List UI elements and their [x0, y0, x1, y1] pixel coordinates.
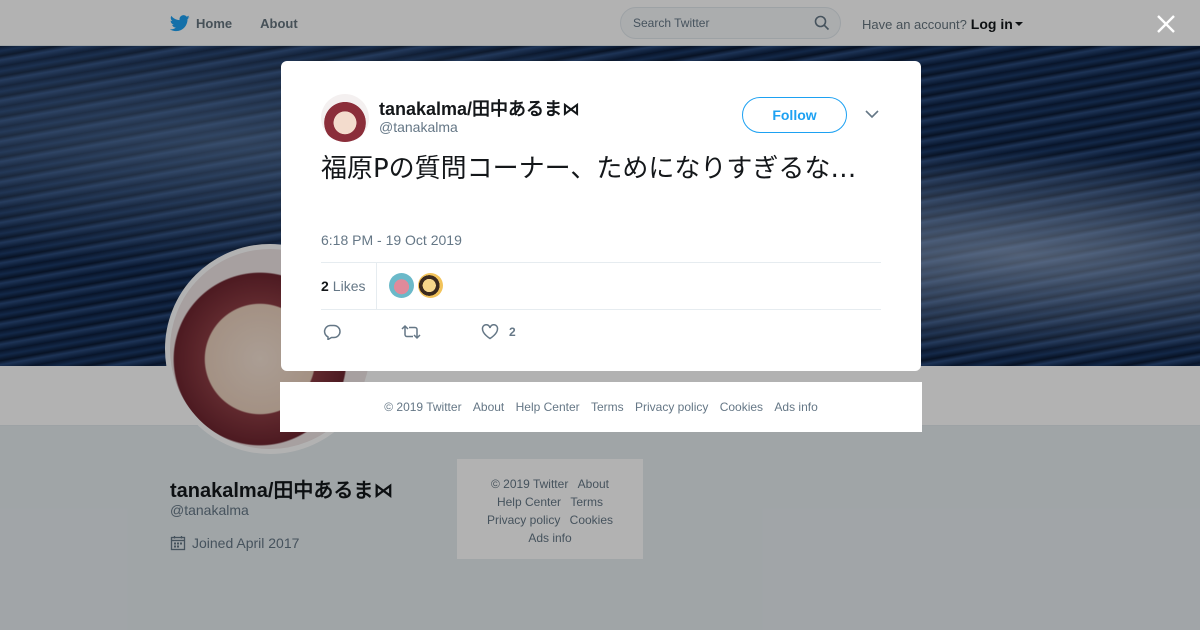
modal-footer-about[interactable]: About [473, 400, 504, 414]
tweet-modal: tanakalma/田中あるま⋈ @tanakalma Follow 福原Pの質… [281, 61, 921, 371]
liker-avatar[interactable] [418, 273, 443, 298]
tweet-author-avatar[interactable] [321, 94, 369, 142]
modal-footer-terms[interactable]: Terms [591, 400, 624, 414]
modal-footer-privacy[interactable]: Privacy policy [635, 400, 708, 414]
follow-button[interactable]: Follow [742, 97, 847, 133]
tweet-text: 福原Pの質問コーナー、ためになりすぎるな… [321, 154, 857, 184]
reply-icon[interactable] [323, 324, 341, 340]
chevron-down-icon[interactable] [865, 109, 879, 119]
tweet-stats: 2 Likes [321, 262, 881, 310]
stats-divider [376, 263, 377, 309]
likes-label: Likes [332, 278, 366, 294]
modal-footer: © 2019 Twitter About Help Center Terms P… [280, 382, 922, 432]
likes-count: 2 [321, 278, 329, 294]
modal-footer-copyright[interactable]: © 2019 Twitter [384, 400, 461, 414]
reply-action[interactable] [323, 324, 351, 340]
liker-avatar[interactable] [389, 273, 414, 298]
retweet-icon[interactable] [401, 324, 421, 340]
modal-footer-cookies[interactable]: Cookies [720, 400, 763, 414]
modal-footer-ads[interactable]: Ads info [774, 400, 817, 414]
heart-icon[interactable] [481, 324, 499, 340]
retweet-action[interactable] [401, 324, 431, 340]
modal-footer-help[interactable]: Help Center [516, 400, 580, 414]
tweet-author-handle[interactable]: @tanakalma [379, 119, 458, 135]
close-icon[interactable] [1154, 12, 1178, 36]
like-action[interactable]: 2 [481, 324, 516, 340]
tweet-author-name[interactable]: tanakalma/田中あるま⋈ [379, 95, 580, 121]
tweet-actions: 2 [323, 322, 566, 342]
like-count: 2 [509, 325, 516, 339]
likes-stat[interactable]: 2 Likes [321, 278, 365, 294]
tweet-timestamp[interactable]: 6:18 PM - 19 Oct 2019 [321, 232, 462, 248]
